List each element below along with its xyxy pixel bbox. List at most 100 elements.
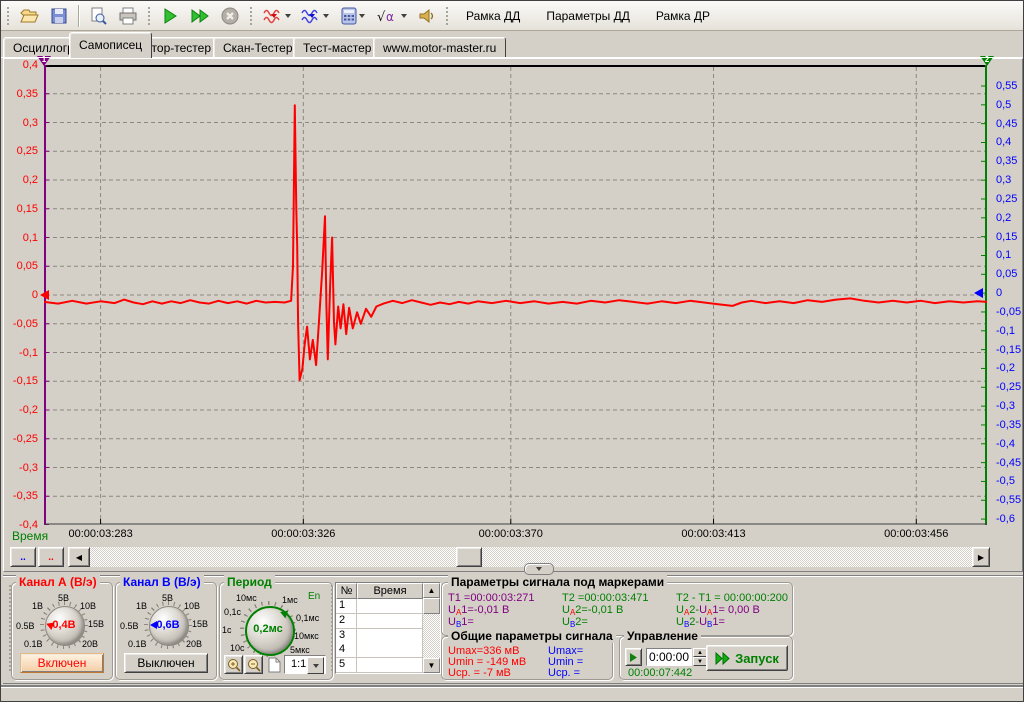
table-row-number[interactable]: 5 <box>336 658 357 673</box>
frame-dd-button[interactable]: Рамка ДД <box>454 5 532 27</box>
sound-button[interactable] <box>412 3 440 29</box>
scroll-right-button[interactable]: ▶ <box>972 547 990 567</box>
signal-a-button[interactable] <box>258 3 294 29</box>
knob-scale-label: 10мкс <box>294 631 319 641</box>
right-axis-tick: -0,55 <box>996 494 1021 506</box>
marker-2-select-button[interactable]: .. <box>38 547 64 567</box>
signal-red-icon <box>262 6 284 26</box>
record-time-input[interactable]: 0:00:00 <box>646 648 692 666</box>
table-scroll-up-button[interactable]: ▲ <box>423 583 440 598</box>
knob-scale-label: 0.5В <box>120 621 139 631</box>
tab-website[interactable]: www.motor-master.ru <box>373 37 506 58</box>
page-icon <box>267 657 281 673</box>
waveform-svg <box>44 65 987 525</box>
table-row-time[interactable] <box>357 599 423 614</box>
record-play-button[interactable] <box>625 648 642 666</box>
print-button[interactable] <box>114 3 142 29</box>
channel-a-zero-arrow[interactable] <box>40 290 49 300</box>
knob-scale-label: 1В <box>136 601 147 611</box>
time-axis-label: Время <box>12 529 48 543</box>
knob-scale-label: 0.5В <box>16 621 35 631</box>
knob-scale-label: 0,1с <box>224 607 241 617</box>
table-row-time[interactable] <box>357 614 423 629</box>
x-axis-tick: 00:00:03:326 <box>271 528 335 540</box>
table-row-number[interactable]: 2 <box>336 614 357 629</box>
right-axis-tick: 0 <box>996 287 1002 299</box>
table-scroll-down-button[interactable]: ▼ <box>423 658 440 673</box>
formula-button[interactable]: √ α <box>372 3 410 29</box>
right-axis-tick: -0,25 <box>996 381 1021 393</box>
channel-b-toggle-button[interactable]: Выключен <box>124 653 208 673</box>
up-arrow-icon: ▲ <box>697 650 703 656</box>
left-axis-tick: -0,3 <box>19 462 38 474</box>
time-spin-up-button[interactable]: ▲ <box>693 648 707 657</box>
fast-forward-button[interactable] <box>186 3 214 29</box>
toolbar-grip[interactable] <box>6 6 10 26</box>
toolbar-grip[interactable] <box>147 6 151 26</box>
right-axis-tick: -0,05 <box>996 306 1021 318</box>
zoom-in-button[interactable] <box>224 655 243 674</box>
channel-a-toggle-button[interactable]: Включен <box>20 653 104 673</box>
zoom-out-button[interactable] <box>244 655 263 674</box>
open-button[interactable] <box>15 3 43 29</box>
table-header-time[interactable]: Время <box>357 583 423 599</box>
time-spin-down-button[interactable]: ▼ <box>693 657 707 666</box>
scale-ratio-combobox[interactable]: 1:1 <box>284 655 326 674</box>
knob-value: 0,2мс <box>244 623 292 635</box>
toolbar: √ α Рамка ДД Параметры ДД Рамка ДР <box>1 1 1023 31</box>
dropdown-arrow-icon <box>323 14 329 18</box>
save-icon <box>49 6 69 26</box>
save-button[interactable] <box>45 3 73 29</box>
horizontal-scrollbar-thumb[interactable] <box>456 547 482 567</box>
table-row-time[interactable] <box>357 658 423 673</box>
left-axis-tick: -0,2 <box>19 404 38 416</box>
table-row-time[interactable] <box>357 643 423 658</box>
tab-scan-tester[interactable]: Скан-Тестер <box>213 37 303 58</box>
sqrt-alpha-icon: √ α <box>376 6 400 26</box>
collapse-panel-button[interactable] <box>524 563 554 575</box>
t1-value: T1 =00:00:03:271 <box>448 592 560 604</box>
start-button[interactable]: Запуск <box>706 645 788 671</box>
x-axis-tick: 00:00:03:370 <box>479 528 543 540</box>
table-row-number[interactable]: 4 <box>336 643 357 658</box>
marker-1-select-button[interactable]: .. <box>10 547 36 567</box>
toolbar-grip[interactable] <box>249 6 253 26</box>
calculator-button[interactable] <box>334 3 370 29</box>
print-preview-button[interactable] <box>84 3 112 29</box>
knob-scale-label: 20В <box>186 639 202 649</box>
table-row-number[interactable]: 3 <box>336 629 357 644</box>
combobox-dropdown-button[interactable] <box>307 657 324 674</box>
params-dd-button[interactable]: Параметры ДД <box>534 5 642 27</box>
table-header-number[interactable]: № <box>336 583 357 599</box>
calculator-icon <box>340 6 358 26</box>
scale-ratio-value: 1:1 <box>291 658 306 670</box>
waveform-plot[interactable]: 1 2 <box>44 65 987 525</box>
new-page-button[interactable] <box>264 655 283 674</box>
dropdown-arrow-icon <box>401 14 407 18</box>
open-icon <box>19 6 39 26</box>
tab-test-master[interactable]: Тест-мастер <box>293 37 381 58</box>
stop-button[interactable] <box>216 3 244 29</box>
right-axis-tick: 0,3 <box>996 174 1011 186</box>
table-row-number[interactable]: 1 <box>336 599 357 614</box>
scroll-left-button[interactable]: ◀ <box>68 547 90 567</box>
t2-value: T2 =00:00:03:471 <box>562 592 674 604</box>
right-axis-tick: -0,1 <box>996 325 1015 337</box>
table-row-time[interactable] <box>357 629 423 644</box>
play-button[interactable] <box>156 3 184 29</box>
knob-scale-label: 5В <box>162 593 173 603</box>
table-scrollbar-thumb[interactable] <box>423 598 440 614</box>
right-axis-tick: 0,15 <box>996 231 1017 243</box>
right-axis-tick: -0,5 <box>996 475 1015 487</box>
toolbar-grip[interactable] <box>445 6 449 26</box>
right-axis-tick: 0,4 <box>996 136 1011 148</box>
right-axis-tick: 0,25 <box>996 193 1017 205</box>
tab-recorder[interactable]: Самописец <box>69 32 152 58</box>
knob-scale-label: 15В <box>192 619 208 629</box>
left-axis-tick: 0 <box>32 289 38 301</box>
signal-b-button[interactable] <box>296 3 332 29</box>
x-axis-tick: 00:00:03:413 <box>681 528 745 540</box>
channel-b-zero-arrow[interactable] <box>974 288 983 298</box>
frame-dr-button[interactable]: Рамка ДР <box>644 5 722 27</box>
common-params-title: Общие параметры сигнала <box>448 629 616 643</box>
